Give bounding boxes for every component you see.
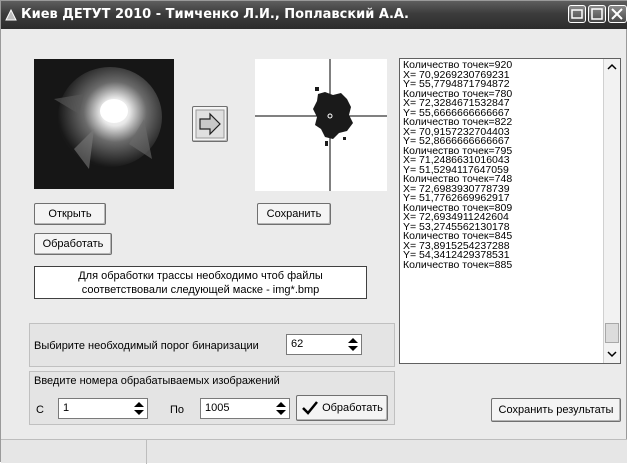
minimize-button[interactable]	[568, 5, 586, 23]
to-spinner[interactable]: 1005	[200, 398, 290, 419]
status-divider	[146, 440, 147, 464]
app-icon	[5, 8, 17, 21]
result-image	[255, 59, 387, 191]
maximize-icon	[591, 8, 603, 20]
close-icon	[611, 8, 623, 20]
process-batch-button[interactable]: Обработать	[296, 395, 388, 421]
save-results-button[interactable]: Сохранить результаты	[491, 398, 621, 422]
main-window: Киев ДЕТУТ 2010 - Тимченко Л.И., Поплавс…	[0, 0, 627, 464]
transform-arrow-button[interactable]	[192, 106, 228, 142]
threshold-value: 62	[291, 338, 304, 350]
log-scrollbar[interactable]	[603, 59, 620, 363]
range-panel: Введите номера обрабатываемых изображени…	[29, 371, 395, 425]
to-value: 1005	[205, 402, 230, 414]
spinner-arrows-icon[interactable]	[133, 401, 145, 416]
save-image-button[interactable]: Сохранить	[257, 203, 331, 225]
title-bar[interactable]: Киев ДЕТУТ 2010 - Тимченко Л.И., Поплавс…	[1, 1, 627, 29]
scroll-down-icon[interactable]	[606, 348, 618, 360]
checkmark-icon	[302, 401, 318, 415]
from-value: 1	[63, 402, 70, 414]
spinner-arrows-icon[interactable]	[347, 337, 359, 352]
threshold-label: Выбирите необходимый порог бинаризации	[34, 340, 259, 352]
arrow-right-icon	[195, 109, 225, 139]
log-lines: Количество точек=920 X= 70,9269230769231 Y…	[400, 59, 620, 270]
threshold-spinner[interactable]: 62	[286, 334, 362, 355]
photo-image	[34, 59, 174, 189]
maximize-button[interactable]	[588, 5, 606, 23]
process-batch-label: Обработать	[322, 402, 383, 415]
range-label: Введите номера обрабатываемых изображени…	[34, 375, 280, 387]
process-button[interactable]: Обработать	[34, 233, 112, 255]
from-label: С	[36, 404, 44, 416]
spinner-arrows-icon[interactable]	[275, 401, 287, 416]
threshold-panel: Выбирите необходимый порог бинаризации 6…	[29, 323, 395, 367]
binary-image	[255, 59, 387, 191]
close-button[interactable]	[608, 5, 627, 23]
status-bar	[1, 439, 627, 464]
scroll-up-icon[interactable]	[606, 61, 618, 73]
log-line: Количество точек=885	[403, 258, 513, 271]
minimize-icon	[571, 9, 583, 19]
from-spinner[interactable]: 1	[58, 398, 148, 419]
window-title: Киев ДЕТУТ 2010 - Тимченко Л.И., Поплавс…	[21, 7, 409, 22]
open-button[interactable]: Открыть	[34, 203, 106, 225]
results-log[interactable]: Количество точек=920 X= 70,9269230769231 Y…	[399, 58, 621, 364]
source-image	[34, 59, 174, 189]
to-label: По	[170, 404, 185, 416]
scroll-thumb[interactable]	[605, 323, 619, 343]
file-mask-message: Для обработки трассы необходимо чтоб фай…	[34, 266, 367, 299]
